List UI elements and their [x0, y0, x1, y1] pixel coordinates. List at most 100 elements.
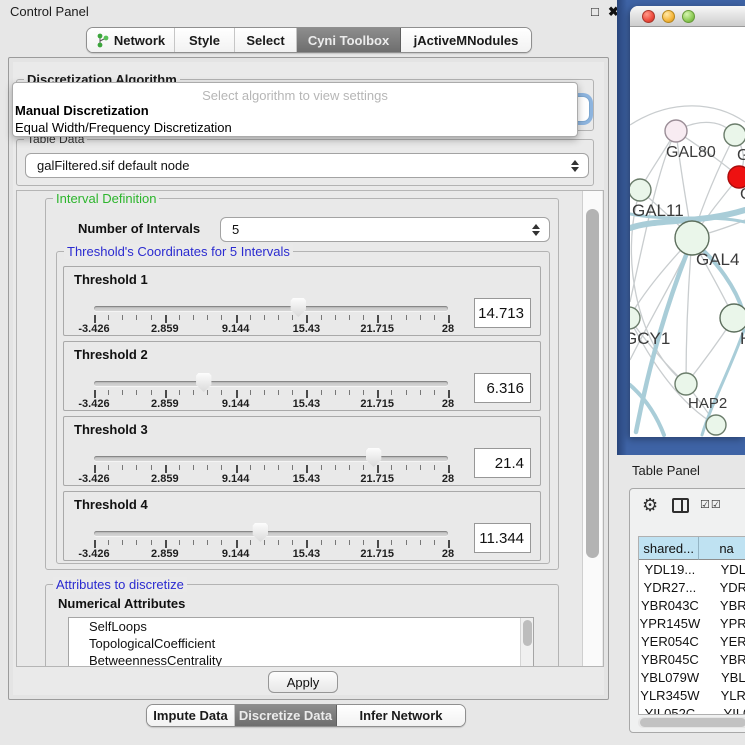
- gear-icon[interactable]: ⚙: [642, 495, 658, 516]
- algorithm-dropdown-popup: Select algorithm to view settings Manual…: [12, 82, 578, 137]
- attribute-list-item[interactable]: TopologicalCoefficient: [69, 635, 533, 652]
- attributes-list-scrollbar[interactable]: [520, 618, 533, 667]
- network-node[interactable]: [630, 307, 640, 329]
- table-row[interactable]: YBR043CYBR0: [639, 596, 745, 614]
- interval-definition-title: Interval Definition: [53, 191, 159, 206]
- table-cell: YBL0: [701, 668, 745, 686]
- slider-track[interactable]: [94, 456, 448, 461]
- network-node-label: C: [740, 186, 745, 203]
- mac-close-icon[interactable]: [642, 10, 655, 23]
- settings-scrollbar[interactable]: [582, 191, 602, 666]
- scrollbar-thumb[interactable]: [586, 209, 599, 558]
- table-cell: YDR2: [701, 578, 745, 596]
- table-cell: YIL0: [701, 704, 745, 715]
- number-of-intervals-label: Number of Intervals: [78, 221, 200, 236]
- tab-label: Discretize Data: [239, 708, 332, 723]
- table-row[interactable]: YER054CYER0: [639, 632, 745, 650]
- threshold-label: Threshold 4: [74, 497, 148, 512]
- network-node[interactable]: [720, 304, 745, 332]
- tab-network[interactable]: Network: [87, 28, 175, 52]
- network-node-label: GA: [737, 147, 745, 164]
- attribute-list-item[interactable]: BetweennessCentrality: [69, 652, 533, 667]
- thresholds-group-title: Threshold's Coordinates for 5 Intervals: [64, 244, 293, 259]
- table-row[interactable]: YPR145WYPR1: [639, 614, 745, 632]
- network-node[interactable]: [665, 120, 687, 142]
- network-window-titlebar[interactable]: [630, 6, 745, 27]
- network-node[interactable]: [724, 124, 745, 146]
- network-node-label: GAL4: [696, 250, 739, 269]
- algorithm-option[interactable]: Equal Width/Frequency Discretization: [15, 120, 232, 135]
- network-edge: [630, 318, 686, 384]
- select-columns-icon[interactable]: ☑☑: [700, 498, 722, 511]
- table-horizontal-scrollbar[interactable]: [638, 717, 745, 728]
- table-row[interactable]: YBL079WYBL0: [639, 668, 745, 686]
- tab-impute-data[interactable]: Impute Data: [147, 705, 235, 726]
- algorithm-option[interactable]: Manual Discretization: [15, 103, 149, 118]
- tab-jactivemnodules[interactable]: jActiveMNodules: [401, 28, 531, 52]
- network-node[interactable]: [675, 373, 697, 395]
- table-panel-area: Table Panel ⚙ ☑☑ shared...na YDL19...YDL…: [617, 455, 745, 745]
- tab-discretize-data[interactable]: Discretize Data: [235, 705, 337, 726]
- slider-track[interactable]: [94, 531, 448, 536]
- table-row[interactable]: YBR045CYBR0: [639, 650, 745, 668]
- table-data-combobox[interactable]: galFiltered.sif default node: [25, 153, 589, 178]
- threshold-value-field[interactable]: 6.316: [474, 373, 531, 403]
- slider-track[interactable]: [94, 306, 448, 311]
- tab-select[interactable]: Select: [235, 28, 297, 52]
- network-canvas[interactable]: GAL80GACGAL11GAL4GCY1HHAP2: [630, 27, 745, 437]
- number-of-intervals-combobox[interactable]: 5: [220, 217, 550, 242]
- table-column-header[interactable]: shared...: [639, 537, 699, 560]
- stepper-arrows-icon: [571, 160, 579, 172]
- threshold-value-field[interactable]: 11.344: [474, 523, 531, 553]
- table-cell: YDR27...: [639, 578, 701, 596]
- slider-tick-labels: -3.4262.8599.14415.4321.71528: [94, 548, 448, 560]
- threshold-value-field[interactable]: 14.713: [474, 298, 531, 328]
- table-column-header[interactable]: na: [699, 537, 745, 560]
- tab-cyni-toolbox[interactable]: Cyni Toolbox: [297, 28, 401, 52]
- table-cell: YBR045C: [639, 650, 701, 668]
- number-of-intervals-value: 5: [232, 222, 239, 237]
- network-node-label: H: [740, 329, 745, 348]
- table-data-group: Table Data galFiltered.sif default node: [16, 139, 594, 186]
- numerical-attributes-list[interactable]: SelfLoopsTopologicalCoefficientBetweenne…: [68, 617, 534, 667]
- mac-minimize-icon[interactable]: [662, 10, 675, 23]
- tab-label: Network: [114, 33, 165, 48]
- threshold-label: Threshold 2: [74, 347, 148, 362]
- table-cell: YLR3: [701, 686, 745, 704]
- network-node-label: GCY1: [630, 329, 670, 348]
- slider-track[interactable]: [94, 381, 448, 386]
- float-window-icon[interactable]: □: [591, 4, 599, 19]
- tab-style[interactable]: Style: [175, 28, 235, 52]
- table-cell: YPR1: [701, 614, 745, 632]
- table-cell: YIL052C: [639, 704, 701, 715]
- apply-button[interactable]: Apply: [268, 671, 338, 693]
- threshold-panel: Threshold 1-3.4262.8599.14415.4321.71528…: [63, 266, 541, 336]
- apply-button-label: Apply: [287, 675, 320, 690]
- scrollbar-thumb[interactable]: [640, 718, 745, 727]
- network-node[interactable]: [706, 415, 726, 435]
- network-node[interactable]: [728, 166, 745, 188]
- table-cell: YER054C: [639, 632, 701, 650]
- mac-zoom-icon[interactable]: [682, 10, 695, 23]
- table-cell: YBR043C: [639, 596, 701, 614]
- tab-infer-network[interactable]: Infer Network: [337, 705, 465, 726]
- table-row[interactable]: YDR27...YDR2: [639, 578, 745, 596]
- table-row[interactable]: YLR345WYLR3: [639, 686, 745, 704]
- table-row[interactable]: YDL19...YDL1: [639, 560, 745, 578]
- table-panel-title: Table Panel: [632, 463, 700, 478]
- attribute-list-item[interactable]: SelfLoops: [69, 618, 533, 635]
- numerical-attributes-label: Numerical Attributes: [58, 596, 185, 611]
- table-row[interactable]: YIL052CYIL0: [639, 704, 745, 715]
- scrollbar-thumb[interactable]: [523, 620, 532, 646]
- table-cell: YPR145W: [639, 614, 701, 632]
- network-node[interactable]: [630, 179, 651, 201]
- table-panel-box: ⚙ ☑☑ shared...na YDL19...YDL1YDR27...YDR…: [629, 488, 745, 733]
- table-cell: YDL1: [701, 560, 745, 578]
- network-view-window: GAL80GACGAL11GAL4GCY1HHAP2: [630, 6, 745, 437]
- table-cell: YBR0: [701, 596, 745, 614]
- top-tab-bar: Network StyleSelectCyni ToolboxjActiveMNo…: [86, 27, 532, 53]
- split-table-icon[interactable]: [672, 498, 689, 513]
- threshold-value-field[interactable]: 21.4: [474, 448, 531, 478]
- threshold-label: Threshold 1: [74, 272, 148, 287]
- stepper-arrows-icon: [532, 224, 540, 236]
